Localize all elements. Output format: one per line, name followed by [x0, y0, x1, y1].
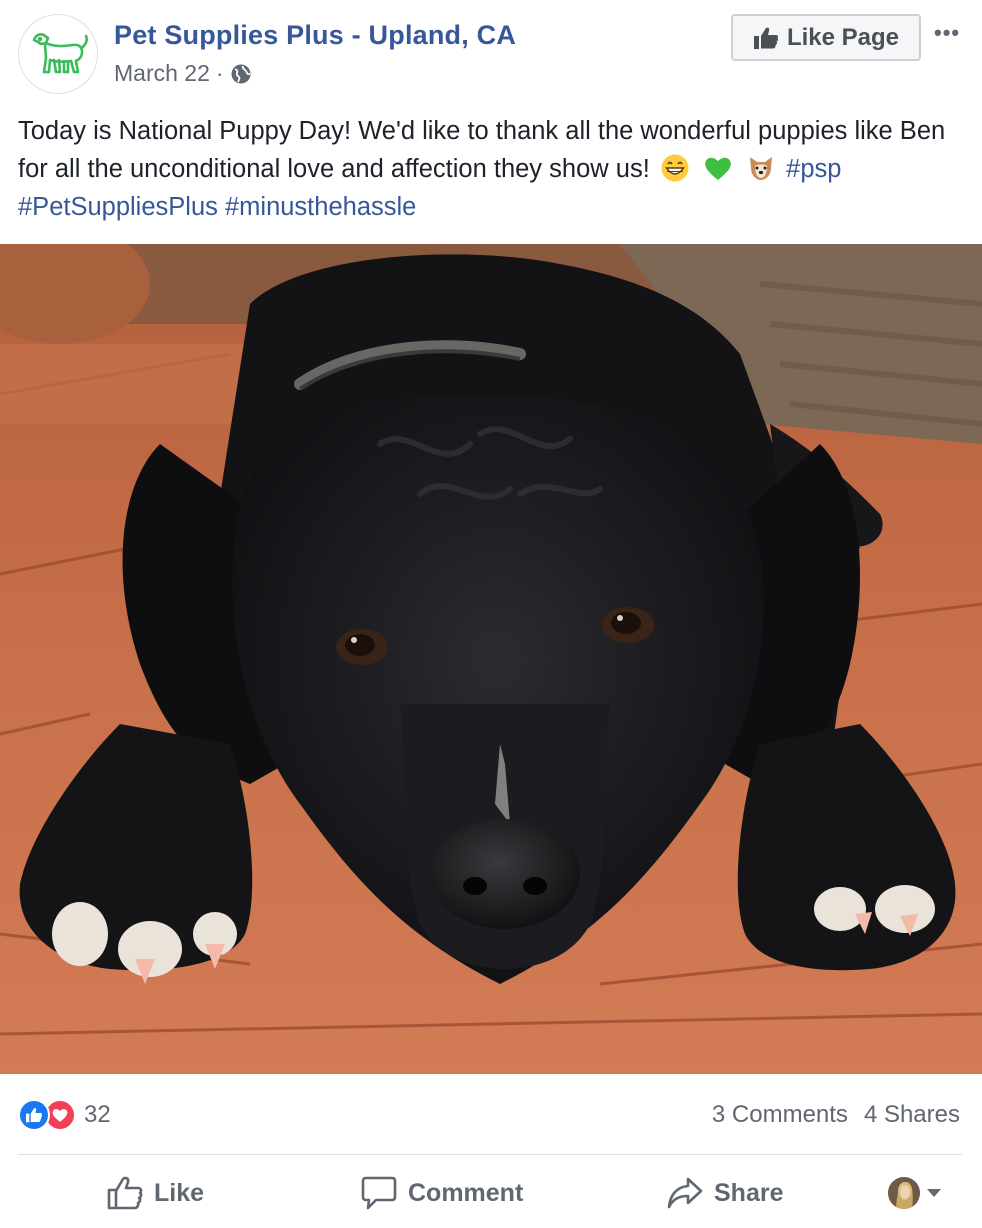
black-puppy-photo	[0, 244, 982, 1074]
reactions-summary[interactable]: 32	[18, 1099, 111, 1131]
shares-count-link[interactable]: 4 Shares	[864, 1101, 960, 1129]
thumbs-up-icon	[753, 27, 778, 49]
thumbs-up-outline-icon	[107, 1176, 143, 1210]
page-avatar[interactable]	[18, 14, 98, 94]
like-label: Like	[154, 1178, 205, 1207]
page-name-link[interactable]: Pet Supplies Plus - Upland, CA	[114, 20, 516, 51]
actions-divider	[18, 1154, 962, 1155]
viewer-avatar	[888, 1177, 920, 1209]
viewer-selector[interactable]	[888, 1177, 942, 1209]
post-photo[interactable]	[0, 244, 982, 1074]
hashtag-petsuppliesplus[interactable]: #PetSuppliesPlus	[18, 193, 218, 221]
speech-bubble-icon	[361, 1176, 397, 1210]
like-page-label: Like Page	[786, 23, 900, 51]
reaction-count: 32	[84, 1101, 111, 1128]
meta-separator: ·	[215, 60, 224, 86]
like-reaction-icon	[18, 1099, 50, 1131]
globe-icon	[231, 64, 251, 83]
more-options-button[interactable]: •••	[934, 20, 960, 46]
post-text: Today is National Puppy Day! We'd like t…	[18, 112, 968, 226]
post-date[interactable]: March 22	[114, 60, 210, 87]
comment-label: Comment	[408, 1178, 524, 1207]
comment-button[interactable]: Comment	[360, 1175, 523, 1211]
post-stats: 32 3 Comments 4 Shares	[0, 1092, 982, 1138]
post-actions-bar: Like Comment Share	[0, 1165, 982, 1225]
dog-face-emoji	[750, 157, 773, 180]
share-arrow-icon	[667, 1177, 703, 1209]
hashtag-minusthehassle[interactable]: #minusthehassle	[225, 193, 416, 221]
engagement-counts: 3 Comments 4 Shares	[712, 1101, 960, 1129]
share-button[interactable]: Share	[666, 1175, 783, 1211]
share-label: Share	[714, 1178, 784, 1207]
like-page-button[interactable]: Like Page	[731, 14, 921, 61]
post-meta: March 22 ·	[114, 60, 252, 87]
comments-count-link[interactable]: 3 Comments	[712, 1101, 848, 1129]
dog-logo-icon	[32, 33, 89, 74]
caret-down-icon	[927, 1189, 941, 1197]
green-heart-emoji	[705, 157, 731, 180]
hashtag-psp[interactable]: #psp	[786, 155, 841, 183]
like-button[interactable]: Like	[106, 1175, 204, 1211]
post-header: Pet Supplies Plus - Upland, CA March 22 …	[0, 0, 982, 100]
grinning-face-emoji	[661, 154, 689, 182]
